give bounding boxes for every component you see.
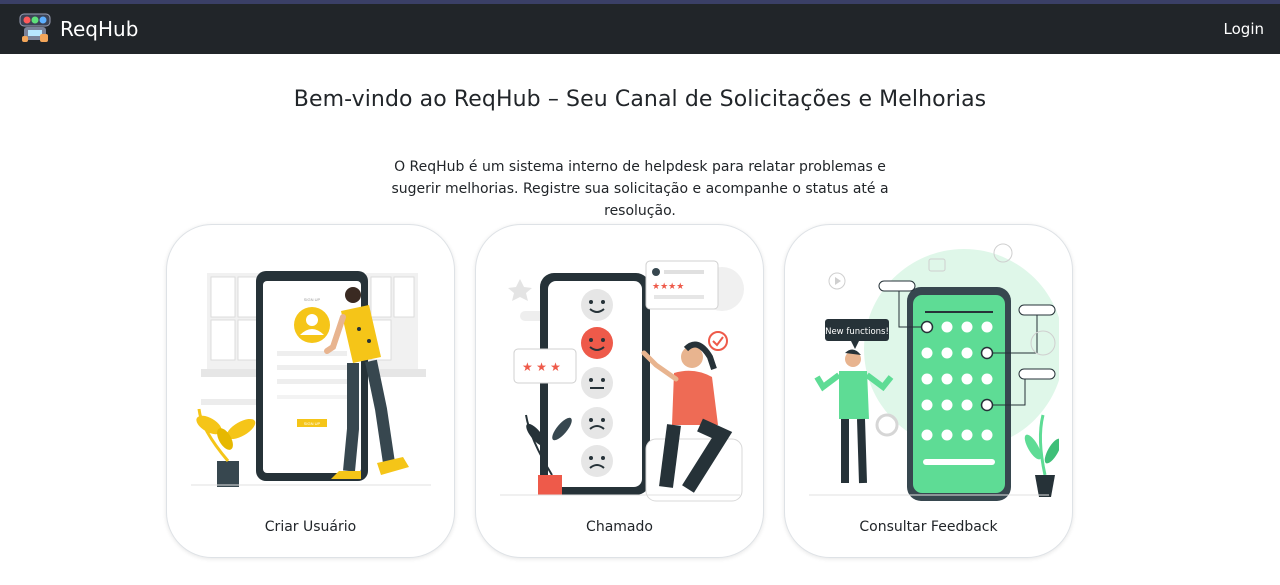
card-grid: SIGN UP SIGN UP Criar Usuário ★★★★ ★ ★ ★… [166,224,1073,558]
card-chamado[interactable]: ★★★★ ★ ★ ★ Chamado [475,224,764,558]
card-criar-usuario[interactable]: SIGN UP SIGN UP Criar Usuário [166,224,455,558]
signup-illustration: SIGN UP SIGN UP [191,271,431,487]
new-functions-label: New functions! [825,327,889,337]
new-functions-illustration: New functions! [809,243,1059,501]
svg-text:SIGN UP: SIGN UP [304,421,321,426]
brand-name: ReqHub [60,17,139,41]
login-link[interactable]: Login [1224,20,1264,38]
svg-text:★ ★ ★: ★ ★ ★ [522,360,561,374]
svg-text:★★★★: ★★★★ [652,281,684,291]
hero: Bem-vindo ao ReqHub – Seu Canal de Solic… [0,87,1280,222]
card-label: Criar Usuário [264,519,357,535]
card-label: Chamado [586,519,653,535]
navbar: ReqHub Login [0,4,1280,54]
svg-text:SIGN UP: SIGN UP [304,297,321,302]
card-consultar-feedback[interactable]: New functions! Consultar Feedback [784,224,1073,558]
page-description: O ReqHub é um sistema interno de helpdes… [391,159,889,219]
feedback-rating-illustration: ★★★★ ★ ★ ★ [500,260,744,502]
robot-logo-icon [18,10,52,49]
card-label: Consultar Feedback [859,519,998,535]
brand-link[interactable]: ReqHub [18,10,138,49]
page-title: Bem-vindo ao ReqHub – Seu Canal de Solic… [293,87,987,112]
